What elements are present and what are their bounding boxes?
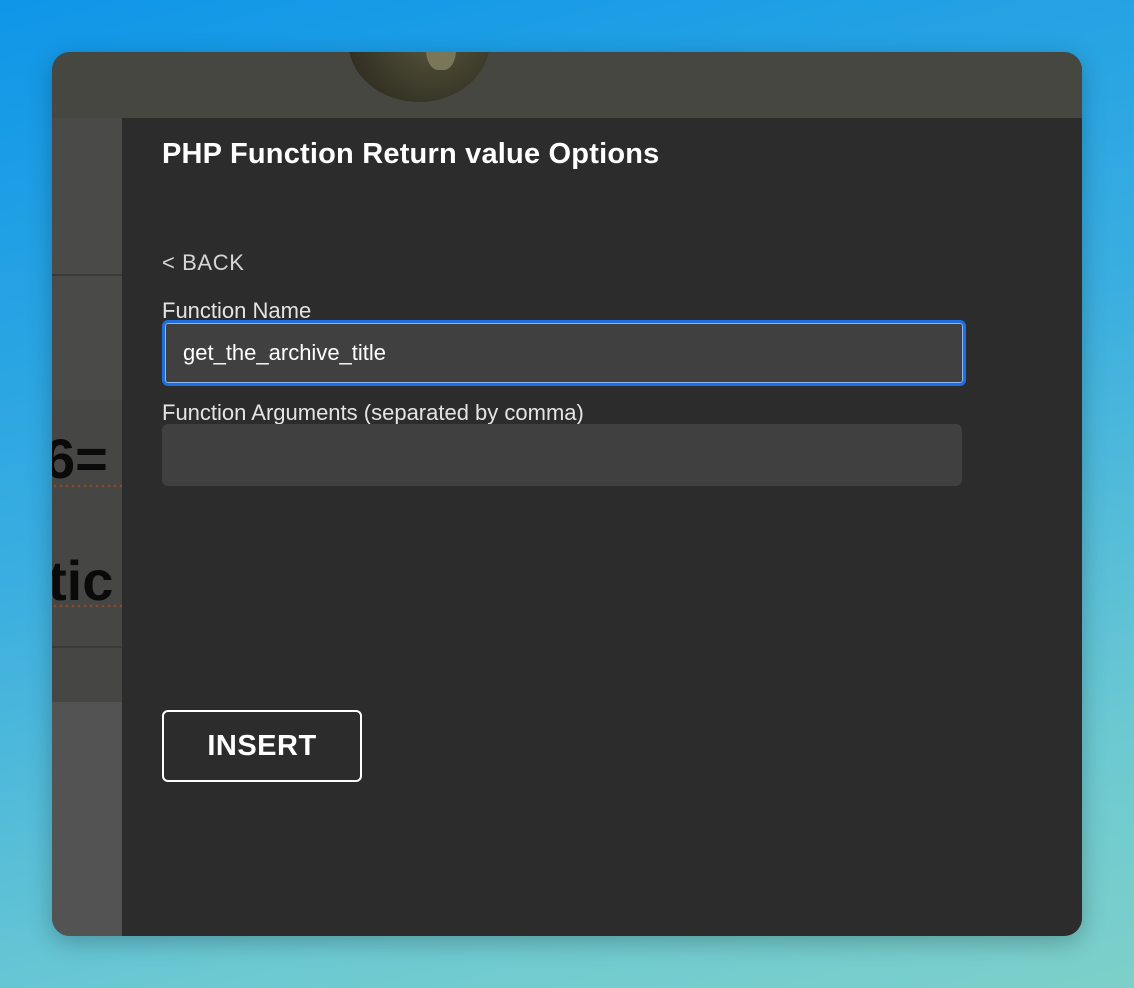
modal-title: PHP Function Return value Options: [162, 138, 660, 170]
function-arguments-label: Function Arguments (separated by comma): [162, 400, 584, 425]
spellcheck-underline: [52, 484, 122, 488]
background-divider: [52, 274, 122, 276]
background-lower-area: [52, 702, 122, 936]
insert-button[interactable]: INSERT: [162, 710, 362, 782]
avatar-detail: [426, 52, 456, 70]
function-name-input[interactable]: [162, 320, 966, 386]
function-options-modal: PHP Function Return value Options < BACK…: [122, 118, 1082, 936]
background-divider: [52, 646, 122, 648]
function-arguments-input[interactable]: [162, 424, 962, 486]
avatar: [348, 52, 490, 102]
app-window: 6= tic PHP Function Return value Options…: [52, 52, 1082, 936]
background-text-fragment: 6=: [52, 427, 108, 490]
spellcheck-underline: [52, 604, 122, 608]
back-button[interactable]: < BACK: [162, 250, 244, 276]
background-header: [52, 52, 1082, 118]
